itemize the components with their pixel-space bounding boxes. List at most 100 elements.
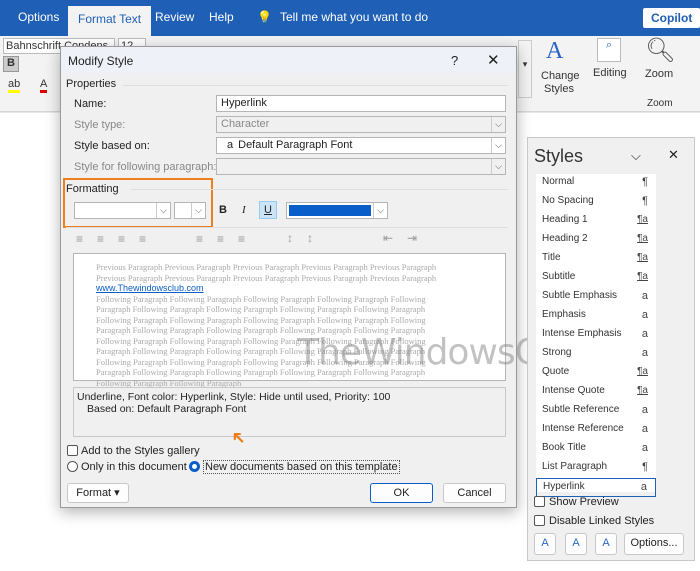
- based-on-select[interactable]: a Default Paragraph Font ⌵: [216, 137, 506, 154]
- character-style-icon: a: [227, 139, 234, 151]
- manage-styles-icon[interactable]: A: [595, 533, 617, 555]
- alignment-buttons[interactable]: ≡≡≡≡: [76, 232, 160, 246]
- following-paragraph-label: Style for following paragraph:: [74, 161, 217, 173]
- bold-toggle[interactable]: B: [219, 204, 227, 216]
- style-item-name: Heading 2: [542, 233, 588, 244]
- preview-previous-text: Previous Paragraph Previous Paragraph Pr…: [96, 262, 437, 283]
- font-color-icon[interactable]: A: [40, 78, 48, 93]
- new-documents-radio[interactable]: [189, 461, 200, 472]
- style-item[interactable]: Intense Reference a: [536, 421, 656, 440]
- style-item[interactable]: Strong a: [536, 345, 656, 364]
- disable-linked-label: Disable Linked Styles: [549, 515, 655, 527]
- style-type-label: Style type:: [74, 119, 126, 131]
- close-pane-icon[interactable]: ✕: [668, 147, 679, 163]
- add-to-gallery-checkbox[interactable]: [67, 445, 78, 456]
- style-item-name: Intense Reference: [542, 423, 624, 434]
- style-inspector-icon[interactable]: A: [565, 533, 587, 555]
- based-on-value: Default Paragraph Font: [238, 139, 353, 151]
- style-type-select[interactable]: Character ⌵: [216, 116, 506, 133]
- disable-linked-checkbox[interactable]: [534, 515, 545, 526]
- properties-heading: Properties: [66, 78, 117, 90]
- change-styles-button[interactable]: Change Styles: [541, 70, 580, 96]
- following-paragraph-select[interactable]: ⌵: [216, 158, 506, 175]
- style-item[interactable]: Heading 1 ¶a: [536, 212, 656, 231]
- tab-review[interactable]: Review: [155, 10, 194, 24]
- close-icon[interactable]: ✕: [487, 51, 500, 69]
- style-type-icon: a: [641, 328, 648, 340]
- style-item-name: Subtle Reference: [542, 404, 620, 415]
- styles-pane: Styles ⌵ ✕ Normal ¶ No Spacing ¶ Heading 1 ¶a…: [527, 137, 695, 561]
- style-item[interactable]: Intense Emphasis a: [536, 326, 656, 345]
- description-line2: Based on: Default Paragraph Font: [87, 403, 247, 415]
- style-type-icon: ¶a: [637, 233, 648, 244]
- dialog-titlebar: Modify Style ? ✕: [61, 47, 516, 73]
- style-item[interactable]: Heading 2 ¶a: [536, 231, 656, 250]
- new-style-icon[interactable]: A: [534, 533, 556, 555]
- modify-style-dialog: Modify Style ? ✕ Properties Name: Hyperl…: [60, 46, 677, 508]
- style-item[interactable]: Intense Quote ¶a: [536, 383, 656, 402]
- only-this-document-radio[interactable]: [67, 461, 78, 472]
- style-item[interactable]: Subtle Emphasis a: [536, 288, 656, 307]
- style-item-name: Strong: [542, 347, 572, 358]
- style-item[interactable]: Book Title a: [536, 440, 656, 459]
- style-type-icon: ¶a: [637, 214, 648, 225]
- tab-format-text[interactable]: Format Text: [68, 6, 152, 36]
- add-to-gallery-label: Add to the Styles gallery: [81, 445, 200, 457]
- style-type-icon: ¶a: [637, 252, 648, 263]
- line-spacing-buttons[interactable]: ≡≡≡: [196, 232, 259, 246]
- underline-toggle[interactable]: U: [259, 201, 277, 219]
- style-item[interactable]: Normal ¶: [536, 174, 656, 193]
- style-item[interactable]: Hyperlink a: [536, 478, 656, 497]
- ok-button[interactable]: OK: [370, 483, 433, 503]
- chevron-down-icon[interactable]: ⌵: [631, 148, 641, 164]
- format-menu-button[interactable]: Format ▾: [67, 483, 129, 503]
- style-type-icon: ¶a: [637, 385, 648, 396]
- paragraph-spacing-buttons[interactable]: ↕↕: [287, 231, 327, 245]
- style-item[interactable]: Quote ¶a: [536, 364, 656, 383]
- highlight-icon[interactable]: ab: [8, 78, 21, 93]
- style-type-icon: a: [641, 347, 648, 359]
- only-this-document-label: Only in this document: [81, 461, 187, 473]
- lightbulb-icon: 💡: [257, 10, 272, 24]
- style-item[interactable]: No Spacing ¶: [536, 193, 656, 212]
- style-item-name: Subtle Emphasis: [542, 290, 618, 301]
- help-button[interactable]: ?: [451, 53, 458, 68]
- show-preview-checkbox[interactable]: [534, 496, 545, 507]
- size-select[interactable]: ⌵: [174, 202, 206, 219]
- format-label: Format: [76, 487, 112, 499]
- style-item-name: Heading 1: [542, 214, 588, 225]
- tab-help[interactable]: Help: [209, 10, 234, 24]
- style-type-value: Character: [221, 118, 270, 130]
- style-item[interactable]: Title ¶a: [536, 250, 656, 269]
- font-color-select[interactable]: ⌵: [286, 202, 388, 219]
- style-item[interactable]: Subtitle ¶a: [536, 269, 656, 288]
- style-item-name: List Paragraph: [542, 461, 608, 472]
- zoom-group-label: Zoom: [647, 98, 673, 109]
- editing-button[interactable]: Editing: [593, 67, 627, 79]
- style-item-name: Normal: [542, 176, 575, 187]
- style-type-icon: a: [640, 481, 647, 493]
- style-item[interactable]: Emphasis a: [536, 307, 656, 326]
- style-description: Underline, Font color: Hyperlink, Style:…: [73, 387, 506, 437]
- dialog-title: Modify Style: [68, 54, 134, 68]
- styles-gallery-more[interactable]: ▾: [518, 40, 532, 98]
- name-label: Name:: [74, 98, 107, 110]
- tell-me-search[interactable]: Tell me what you want to do: [280, 10, 428, 24]
- styles-list[interactable]: Normal ¶ No Spacing ¶ Heading 1 ¶a Heading 2 ¶a…: [536, 174, 656, 497]
- copilot-button[interactable]: Copilot: [643, 8, 700, 28]
- style-type-icon: a: [641, 290, 648, 302]
- style-type-icon: a: [641, 309, 648, 321]
- name-input[interactable]: Hyperlink: [216, 95, 506, 112]
- zoom-icon: 🔍︎: [645, 37, 676, 64]
- style-item[interactable]: List Paragraph ¶: [536, 459, 656, 478]
- change-styles-icon: A: [546, 38, 564, 64]
- style-item[interactable]: Subtle Reference a: [536, 402, 656, 421]
- options-button[interactable]: Options...: [624, 533, 684, 555]
- italic-toggle[interactable]: I: [242, 204, 246, 216]
- zoom-button[interactable]: Zoom: [645, 68, 673, 80]
- tab-options[interactable]: Options: [18, 10, 59, 24]
- font-select[interactable]: ⌵: [74, 202, 171, 219]
- cancel-button[interactable]: Cancel: [443, 483, 506, 503]
- bold-button[interactable]: B: [3, 56, 19, 72]
- indent-buttons[interactable]: ⇤⇥: [383, 231, 431, 245]
